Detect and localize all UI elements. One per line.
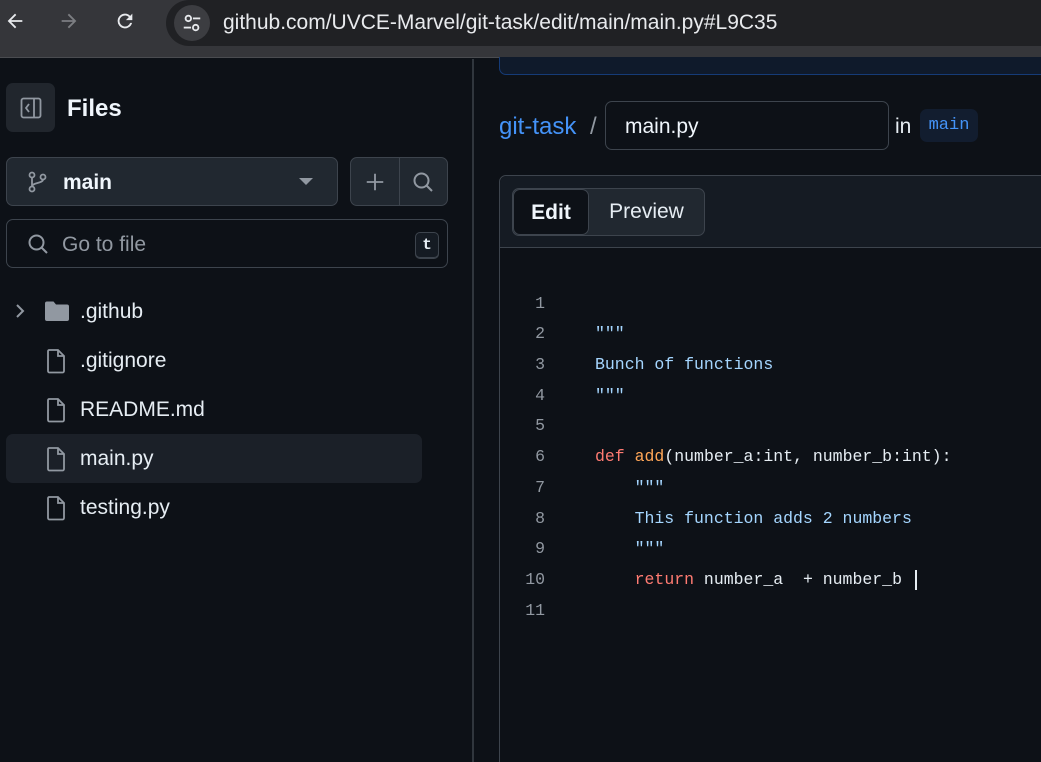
go-to-file-placeholder: Go to file <box>62 233 147 256</box>
code-line: 1 """ <box>500 258 1041 344</box>
tree-item-github-folder[interactable]: .github <box>6 287 422 336</box>
collapse-sidebar-button[interactable] <box>6 83 55 132</box>
site-info-button[interactable] <box>174 5 210 41</box>
code-line: 6 """ <box>500 411 1041 497</box>
code-line: 3 """ <box>500 319 1041 405</box>
file-icon <box>47 398 65 423</box>
chevron-right-icon[interactable] <box>12 302 28 320</box>
tune-icon <box>183 14 201 32</box>
tree-item-main-py[interactable]: main.py <box>6 434 422 483</box>
breadcrumb-separator: / <box>590 113 597 140</box>
file-tree-sidebar: Files main Go to file t .github .gitigno… <box>0 59 474 762</box>
tab-preview[interactable]: Preview <box>589 189 704 235</box>
code-line: 7 This function adds 2 numbers <box>500 442 1041 528</box>
editor-main: git-task / main.py in main Edit Preview … <box>476 57 1041 762</box>
tree-item-label: README.md <box>80 398 205 421</box>
tab-edit[interactable]: Edit <box>513 189 589 235</box>
search-icon <box>413 172 434 192</box>
url-text[interactable]: github.com/UVCE-Marvel/git-task/edit/mai… <box>223 11 777 35</box>
file-icon <box>47 447 65 472</box>
reload-button[interactable] <box>108 4 142 38</box>
add-file-button[interactable] <box>351 158 399 205</box>
browser-toolbar: github.com/UVCE-Marvel/git-task/edit/mai… <box>0 0 1041 58</box>
code-line: 9 return number_a + number_b <box>500 504 1041 590</box>
keyboard-shortcut-hint: t <box>415 232 439 259</box>
go-to-file-input[interactable]: Go to file t <box>6 219 448 268</box>
breadcrumb-repo-link[interactable]: git-task <box>499 113 576 141</box>
tree-item-label: .gitignore <box>80 349 167 372</box>
sidebar-title: Files <box>67 95 122 122</box>
sidebar-collapse-icon <box>20 97 41 118</box>
file-tree: .github .gitignore README.md main.py tes… <box>6 287 422 532</box>
code-editor: Edit Preview 1 """ 2 Bunch of functions … <box>499 175 1041 762</box>
search-files-button[interactable] <box>398 158 447 205</box>
edit-preview-toggle: Edit Preview <box>512 188 705 236</box>
plus-icon <box>366 173 384 190</box>
tree-item-gitignore[interactable]: .gitignore <box>6 336 422 385</box>
branch-name: main <box>63 171 113 194</box>
info-banner <box>499 57 1041 75</box>
chevron-down-icon <box>299 178 313 185</box>
branch-badge: main <box>920 109 978 142</box>
filename-input[interactable]: main.py <box>605 101 889 150</box>
code-area[interactable]: 1 """ 2 Bunch of functions 3 """ 4 5 def… <box>500 258 1041 620</box>
file-icon <box>47 496 65 521</box>
code-line: 5 def add(number_a:int, number_b:int): <box>500 381 1041 466</box>
file-actions-group <box>350 157 448 206</box>
tree-item-label: main.py <box>80 447 154 470</box>
editor-header: Edit Preview <box>500 176 1041 248</box>
arrow-left-icon <box>7 13 23 29</box>
folder-icon <box>45 301 69 321</box>
forward-button[interactable] <box>52 4 86 38</box>
reload-icon <box>117 13 133 29</box>
arrow-right-icon <box>61 13 77 29</box>
file-icon <box>47 349 65 374</box>
code-line: 2 Bunch of functions <box>500 289 1041 374</box>
code-line: 8 """ <box>500 473 1041 559</box>
code-line: 4 <box>500 350 1041 405</box>
line-number: 11 <box>525 600 545 620</box>
tree-item-label: .github <box>80 300 144 323</box>
tree-item-label: testing.py <box>80 496 170 519</box>
address-bar[interactable]: github.com/UVCE-Marvel/git-task/edit/mai… <box>166 0 1041 46</box>
git-branch-icon <box>28 171 47 193</box>
code-line: 10 <box>500 534 1041 589</box>
tree-item-testing-py[interactable]: testing.py <box>6 483 422 532</box>
tree-item-readme[interactable]: README.md <box>6 385 422 434</box>
code-line: 11 <box>500 565 1041 620</box>
search-icon <box>28 234 48 254</box>
back-button[interactable] <box>0 4 32 38</box>
in-label: in <box>895 115 912 138</box>
branch-selector[interactable]: main <box>6 157 338 206</box>
